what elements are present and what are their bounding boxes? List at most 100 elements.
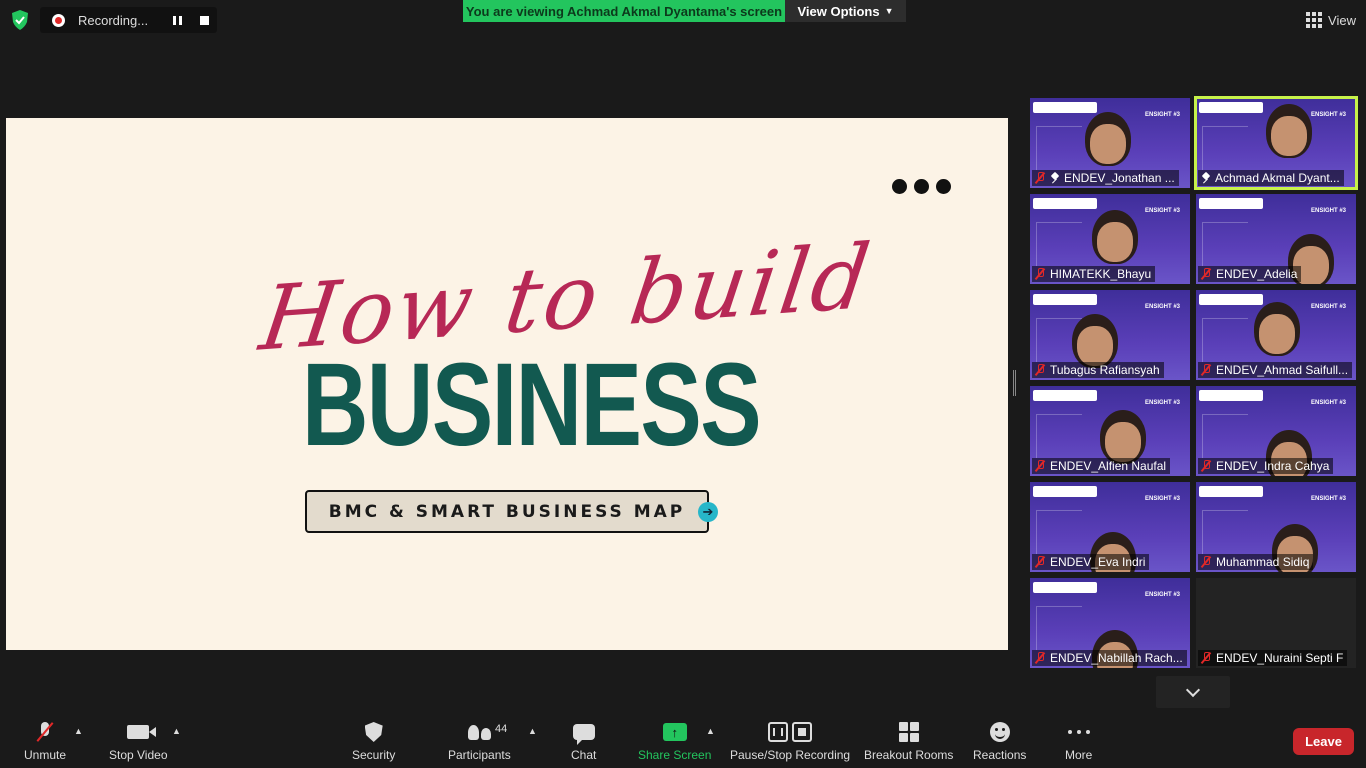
security-shield-icon[interactable] [10,9,30,31]
participant-name-tag: ENDEV_Jonathan ... [1032,170,1179,186]
microphone-muted-icon [1201,556,1211,568]
participant-name-tag: ENDEV_Nabillah Rach... [1032,650,1187,666]
stop-video-label: Stop Video [109,748,168,762]
event-title-text: ENSIGHT #3 [1144,208,1180,214]
video-camera-icon [127,725,157,739]
participant-tile[interactable]: ENSIGHT #3 ENDEV_Eva Indri [1030,482,1190,572]
participant-name: ENDEV_Eva Indri [1050,555,1146,569]
participant-video-face [1077,326,1113,366]
microphone-muted-icon [1035,364,1045,376]
share-screen-button[interactable]: ↑ Share Screen [638,720,711,762]
participant-tile[interactable]: ENSIGHT #3 ENDEV_Nabillah Rach... [1030,578,1190,668]
event-title-text: ENSIGHT #3 [1310,400,1346,406]
participant-gallery: ENSIGHT #3 ENDEV_Jonathan ... ENSIGHT #3 Ac… [1030,96,1358,668]
participant-name: ENDEV_Nuraini Septi F [1216,651,1344,665]
participant-tile[interactable]: ENSIGHT #3 ENDEV_Adelia [1196,194,1356,284]
breakout-rooms-icon [898,722,919,742]
event-logo-strip [1033,102,1097,113]
participant-video-face [1090,124,1126,164]
event-title-text: ENSIGHT #3 [1310,496,1346,502]
event-logo-strip [1199,390,1263,401]
panel-resize-handle[interactable] [1013,370,1016,396]
chevron-down-icon [1185,682,1201,697]
background-buildings [1036,222,1082,266]
leave-meeting-button[interactable]: Leave [1293,728,1354,755]
participant-tile[interactable]: ENSIGHT #3 ENDEV_Indra Cahya [1196,386,1356,476]
view-options-label: View Options [797,3,880,19]
participant-name-tag: ENDEV_Eva Indri [1032,554,1150,570]
unmute-label: Unmute [24,748,67,762]
recording-dot-icon [52,13,65,27]
pause-recording-icon[interactable] [173,16,182,25]
participants-icon [467,724,491,740]
stop-recording-icon[interactable] [200,16,209,25]
slide-dots-decoration [892,179,951,194]
chat-button[interactable]: Chat [571,720,596,762]
pause-stop-recording-icon [768,722,813,742]
security-shield-icon [364,722,383,742]
microphone-muted-icon [1201,268,1211,280]
microphone-muted-icon [1035,172,1045,184]
reactions-button[interactable]: Reactions [973,720,1026,762]
unmute-button[interactable]: Unmute [24,720,66,762]
participant-tile[interactable]: ENSIGHT #3 Muhammad Sidiq [1196,482,1356,572]
event-title-text: ENSIGHT #3 [1144,112,1180,118]
event-logo-strip [1033,294,1097,305]
more-dots-icon [1067,730,1090,734]
participant-name-tag: ENDEV_Adelia [1198,266,1302,282]
participant-name: ENDEV_Nabillah Rach... [1050,651,1183,665]
chat-bubble-icon [572,724,595,745]
microphone-muted-icon [1201,460,1211,472]
participant-tile[interactable]: ENSIGHT #3 Achmad Akmal Dyant... [1194,96,1358,190]
grid-view-icon [1306,12,1323,28]
participants-label: Participants [448,748,511,762]
microphone-muted-icon [1035,652,1045,664]
pause-stop-recording-button[interactable]: Pause/Stop Recording [730,720,850,762]
reactions-label: Reactions [973,748,1027,762]
event-title-text: ENSIGHT #3 [1144,592,1180,598]
participant-name-tag: HIMATEKK_Bhayu [1032,266,1156,282]
participants-count: 44 [495,723,508,735]
participant-name-tag: ENDEV_Nuraini Septi F [1198,650,1348,666]
background-buildings [1202,126,1248,170]
microphone-muted-icon [1201,652,1211,664]
participant-tile[interactable]: ENSIGHT #3 Tubagus Rafiansyah [1030,290,1190,380]
video-options-caret[interactable]: ▲ [172,726,181,736]
share-screen-label: Share Screen [638,748,712,762]
share-screen-arrow-icon: ↑ [662,723,687,741]
emoji-reaction-icon [989,722,1010,742]
view-layout-button[interactable]: View [1306,10,1356,30]
shared-screen-slide[interactable]: BUSINESS How to build BMC & SMART BUSINE… [6,118,1008,650]
background-buildings [1036,510,1082,554]
pause-stop-recording-label: Pause/Stop Recording [730,748,851,762]
breakout-rooms-button[interactable]: Breakout Rooms [864,720,953,762]
participant-name-tag: ENDEV_Ahmad Saifull... [1198,362,1353,378]
microphone-muted-icon [1035,460,1045,472]
stop-video-button[interactable]: Stop Video [109,720,168,762]
participants-options-caret[interactable]: ▲ [528,726,537,736]
view-options-button[interactable]: View Options ▼ [785,0,906,22]
participant-name: Muhammad Sidiq [1216,555,1310,569]
event-title-text: ENSIGHT #3 [1310,112,1346,118]
background-buildings [1202,510,1248,554]
viewing-screen-message: You are viewing Achmad Akmal Dyantama's … [463,0,785,22]
participant-tile[interactable]: ENSIGHT #3 ENDEV_Jonathan ... [1030,98,1190,188]
share-options-caret[interactable]: ▲ [706,726,715,736]
gallery-next-page-button[interactable] [1156,676,1230,708]
more-label: More [1065,748,1093,762]
audio-options-caret[interactable]: ▲ [74,726,83,736]
screen-share-banner: You are viewing Achmad Akmal Dyantama's … [463,0,906,22]
participant-tile[interactable]: ENSIGHT #3 HIMATEKK_Bhayu [1030,194,1190,284]
event-title-text: ENSIGHT #3 [1310,304,1346,310]
recording-indicator: Recording... [40,7,217,33]
participant-tile[interactable]: ENSIGHT #3 ENDEV_Alfien Naufal [1030,386,1190,476]
participant-name-tag: Tubagus Rafiansyah [1032,362,1164,378]
more-button[interactable]: More [1065,720,1092,762]
breakout-rooms-label: Breakout Rooms [864,748,954,762]
participant-video-face [1271,116,1307,156]
participant-video-face [1105,422,1141,462]
chevron-down-icon: ▼ [884,6,894,16]
participant-tile[interactable]: ENDEV_Nuraini Septi F [1196,578,1356,668]
security-button[interactable]: Security [352,720,395,762]
participant-tile[interactable]: ENSIGHT #3 ENDEV_Ahmad Saifull... [1196,290,1356,380]
